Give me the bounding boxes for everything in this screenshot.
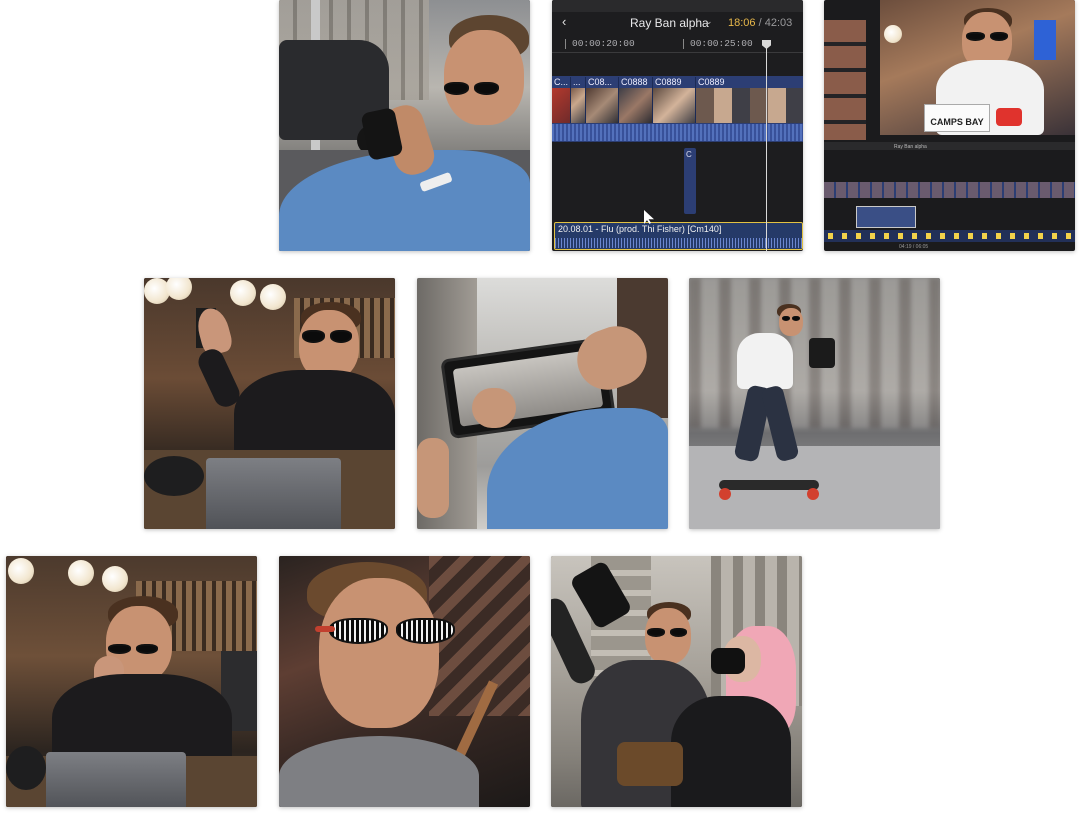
timeline-clip[interactable]: C0889 xyxy=(696,77,803,123)
audio-clip-waveform xyxy=(555,238,802,248)
timeline-clip[interactable]: C08... xyxy=(586,77,619,123)
clip-label: C0888 xyxy=(621,77,648,87)
chevron-down-icon[interactable]: ⌄ xyxy=(705,16,713,27)
ruler-timecode-left: 00:00:20:00 xyxy=(572,38,635,49)
editor-toolbar xyxy=(552,0,803,12)
clip-label: C08... xyxy=(588,77,613,87)
phone-street-view-photo xyxy=(417,278,668,529)
photo-tile-closeup-sunglasses[interactable] xyxy=(279,556,530,807)
timeline-clip[interactable]: ... xyxy=(571,77,586,123)
timeline-clip[interactable]: C... xyxy=(552,77,571,123)
back-chevron-icon[interactable]: ‹ xyxy=(562,14,566,29)
editor-header: ‹ Ray Ban alpha ⌄ 18:06 / 42:03 xyxy=(552,12,803,34)
photo-tile-phone-street-view[interactable] xyxy=(417,278,668,529)
camps-bay-sign: CAMPS BAY xyxy=(924,104,990,132)
skateboard-filming-photo xyxy=(689,278,940,529)
ruler-timecode-right: 00:00:25:00 xyxy=(690,38,753,49)
mini-timecode: 04:19 / 06:05 xyxy=(899,244,929,250)
closeup-sunglasses-photo xyxy=(279,556,530,807)
timecode-total: 42:03 xyxy=(764,17,793,29)
photo-tile-studio-waving[interactable] xyxy=(144,278,395,529)
project-title[interactable]: Ray Ban alpha xyxy=(630,16,709,30)
connected-clip-label: C xyxy=(686,150,692,159)
studio-laptop-photo xyxy=(6,556,257,807)
photo-tile-street-selfie[interactable] xyxy=(551,556,802,807)
ruler-tick xyxy=(565,39,566,49)
timeline-clip[interactable]: C0889 xyxy=(653,77,696,123)
vlog-editing-desktop-photo: CAMPS BAY Ray Ban alpha 04:19 / 06:05 xyxy=(824,0,1075,251)
photo-tile-street-phone-filming[interactable] xyxy=(279,0,530,251)
clip-label: C0889 xyxy=(655,77,682,87)
mini-project-title: Ray Ban alpha xyxy=(894,144,927,150)
photo-tile-studio-laptop[interactable] xyxy=(6,556,257,807)
photo-tile-vlog-editing-desktop[interactable]: CAMPS BAY Ray Ban alpha 04:19 / 06:05 xyxy=(824,0,1075,251)
photo-tile-skateboard-filming[interactable] xyxy=(689,278,940,529)
audio-clip-label: 20.08.01 - Flu (prod. Thi Fisher) [Cm140… xyxy=(558,224,722,234)
studio-waving-photo xyxy=(144,278,395,529)
clip-label: C... xyxy=(554,77,569,87)
timecode-current: 18:06 xyxy=(728,17,756,29)
clip-label: C0889 xyxy=(698,77,725,87)
clip-label: ... xyxy=(573,77,581,87)
photo-tile-editing-timeline[interactable]: ‹ Ray Ban alpha ⌄ 18:06 / 42:03 00:00:20… xyxy=(552,0,803,251)
street-phone-filming-photo xyxy=(279,0,530,251)
timecode-display: 18:06 / 42:03 xyxy=(728,17,792,29)
playhead[interactable] xyxy=(766,40,767,251)
timeline-clip[interactable]: C0888 xyxy=(619,77,653,123)
ruler-tick xyxy=(683,39,684,49)
street-selfie-photo xyxy=(551,556,802,807)
timecode-separator: / xyxy=(755,17,765,29)
connected-clip[interactable]: C xyxy=(684,148,696,214)
